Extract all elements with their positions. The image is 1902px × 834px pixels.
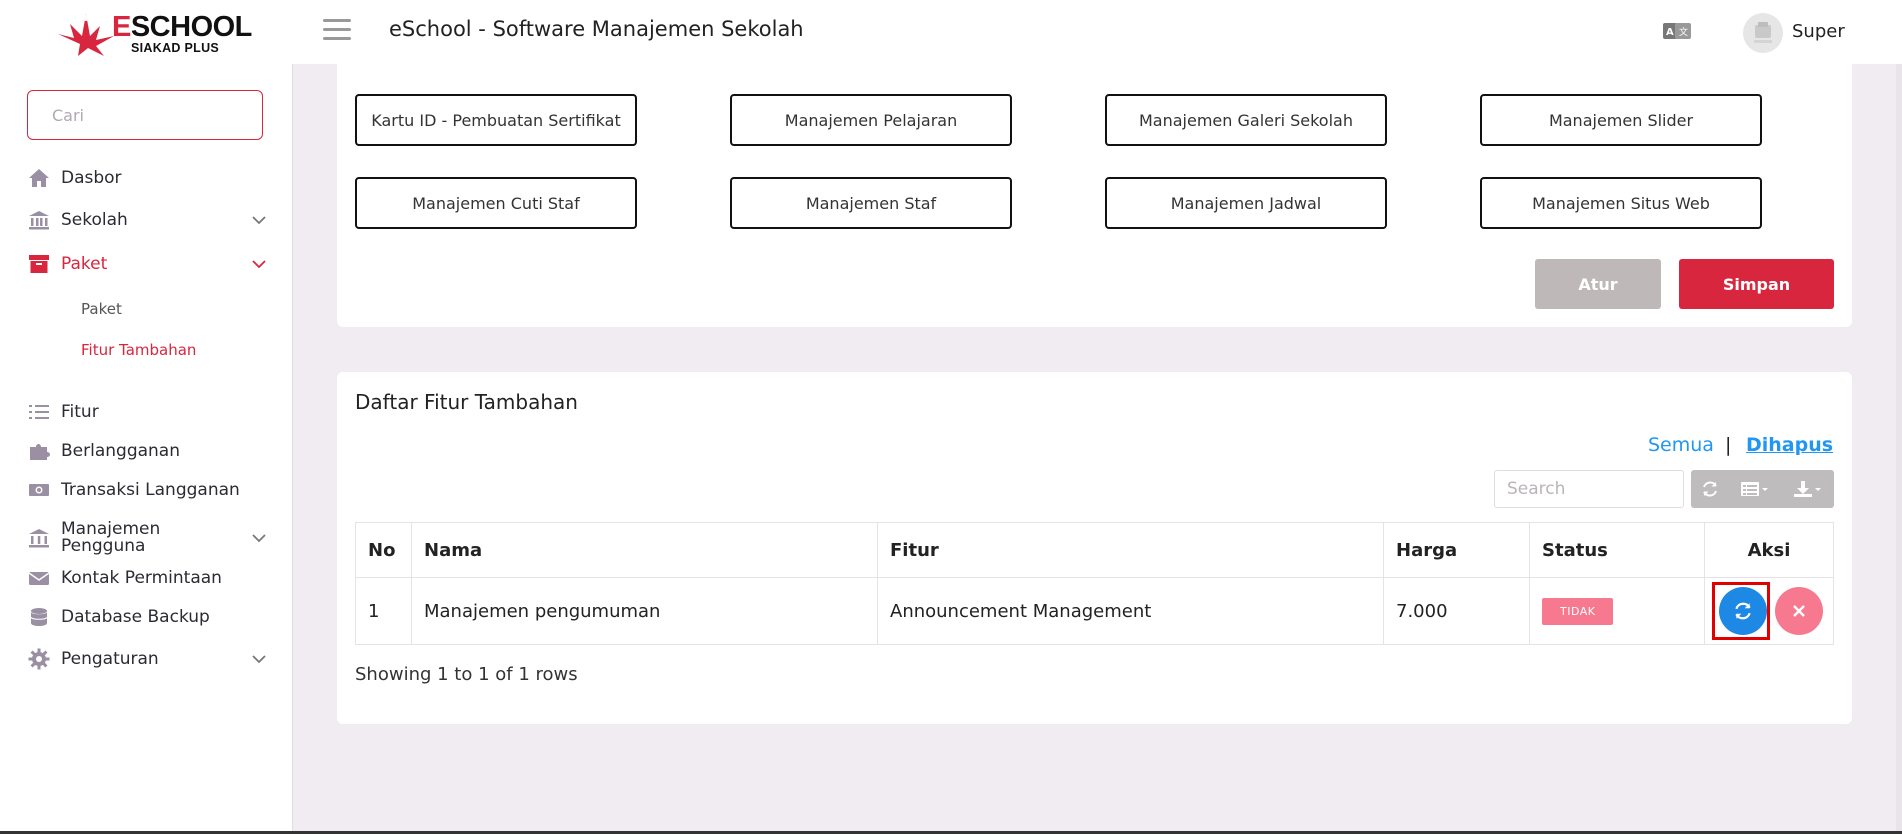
sidebar-search-input[interactable] (27, 90, 263, 140)
refresh-icon (1703, 481, 1717, 497)
chevron-down-icon (252, 260, 266, 269)
sidebar-item-label: Pengaturan (61, 649, 159, 669)
feature-button[interactable]: Manajemen Cuti Staf (355, 177, 637, 229)
download-icon (1793, 481, 1821, 497)
feature-button[interactable]: Manajemen Situs Web (1480, 177, 1762, 229)
user-name[interactable]: Super (1792, 21, 1845, 42)
column-header-aksi[interactable]: Aksi (1704, 522, 1834, 578)
filter-all-link[interactable]: Semua (1648, 434, 1714, 456)
table-toolbar (1691, 470, 1834, 508)
feature-button[interactable]: Manajemen Staf (730, 177, 1012, 229)
logo-title: ESCHOOL (112, 11, 252, 43)
sidebar-item-label: Kontak Permintaan (61, 568, 222, 588)
feature-button[interactable]: Manajemen Galeri Sekolah (1105, 94, 1387, 146)
database-icon (27, 606, 51, 628)
column-header-fitur[interactable]: Fitur (877, 522, 1384, 578)
close-icon (1793, 605, 1805, 617)
column-header-harga[interactable]: Harga (1383, 522, 1530, 578)
table-search-input[interactable] (1494, 470, 1684, 508)
sidebar-item-label: Dasbor (61, 168, 122, 188)
sidebar-item-label: Database Backup (61, 607, 210, 627)
sidebar-item-fitur[interactable]: Fitur (27, 397, 267, 427)
chevron-down-icon (252, 534, 266, 543)
sidebar-item-pengaturan[interactable]: Pengaturan (27, 644, 267, 674)
cell-aksi (1704, 577, 1834, 645)
sidebar: Dasbor Sekolah Paket Paket Fitur Tambaha… (0, 64, 293, 834)
status-badge: TIDAK (1542, 597, 1614, 625)
svg-text:文: 文 (1679, 26, 1688, 38)
simpan-button[interactable]: Simpan (1679, 259, 1834, 309)
atur-button[interactable]: Atur (1535, 259, 1661, 309)
chevron-down-icon (252, 216, 266, 225)
bank-icon (27, 209, 51, 231)
feature-table: No Nama Fitur Harga Status Aksi 1 Manaje… (355, 522, 1834, 645)
page-scrollbar[interactable] (1896, 64, 1902, 834)
column-header-status[interactable]: Status (1529, 522, 1705, 578)
sidebar-item-database-backup[interactable]: Database Backup (27, 602, 267, 632)
users-building-icon (27, 527, 51, 549)
sidebar-item-label: Transaksi Langganan (61, 480, 240, 500)
app-logo[interactable]: ESCHOOL SIAKAD PLUS (56, 10, 252, 56)
sidebar-item-manajemen-pengguna[interactable]: Manajemen Pengguna (27, 516, 267, 560)
cell-fitur: Announcement Management (877, 577, 1384, 645)
sidebar-item-transaksi-langganan[interactable]: Transaksi Langganan (27, 475, 267, 505)
language-icon[interactable]: A 文 (1663, 21, 1691, 41)
refresh-icon (1735, 602, 1751, 620)
home-icon (27, 167, 51, 189)
cell-nama: Manajemen pengumuman (411, 577, 878, 645)
sidebar-item-label: Manajemen Pengguna (61, 519, 161, 556)
column-header-nama[interactable]: Nama (411, 522, 878, 578)
svg-text:A: A (1666, 27, 1674, 38)
user-avatar[interactable] (1743, 13, 1783, 53)
sidebar-subitem-fitur-tambahan[interactable]: Fitur Tambahan (81, 341, 196, 359)
app-title: eSchool - Software Manajemen Sekolah (389, 17, 804, 41)
sidebar-item-label: Paket (61, 254, 108, 274)
restore-button[interactable] (1719, 587, 1767, 635)
sidebar-item-berlangganan[interactable]: Berlangganan (27, 436, 267, 466)
table-row: 1 Manajemen pengumuman Announcement Mana… (355, 577, 1834, 645)
cell-status: TIDAK (1529, 577, 1705, 645)
sidebar-item-kontak-permintaan[interactable]: Kontak Permintaan (27, 563, 267, 593)
gear-icon (27, 648, 51, 670)
archive-icon (27, 253, 51, 275)
column-header-no[interactable]: No (355, 522, 412, 578)
feature-button[interactable]: Manajemen Jadwal (1105, 177, 1387, 229)
filter-separator: | (1725, 434, 1732, 456)
sidebar-item-label: Berlangganan (61, 441, 180, 461)
list-title: Daftar Fitur Tambahan (355, 390, 578, 414)
envelope-icon (27, 567, 51, 589)
logo-subtitle: SIAKAD PLUS (131, 41, 220, 55)
filter-deleted-link[interactable]: Dihapus (1746, 434, 1833, 456)
pagination-info: Showing 1 to 1 of 1 rows (355, 664, 578, 685)
columns-toggle-button[interactable] (1729, 470, 1781, 508)
sidebar-item-label: Sekolah (61, 210, 128, 230)
feature-button[interactable]: Kartu ID - Pembuatan Sertifikat (355, 94, 637, 146)
chevron-down-icon (252, 655, 266, 664)
top-header: ESCHOOL SIAKAD PLUS eSchool - Software M… (0, 0, 1902, 64)
sidebar-item-dasbor[interactable]: Dasbor (27, 163, 267, 193)
sidebar-item-sekolah[interactable]: Sekolah (27, 205, 267, 235)
feature-button[interactable]: Manajemen Slider (1480, 94, 1762, 146)
columns-list-icon (1741, 482, 1768, 496)
menu-toggle-button[interactable] (323, 19, 351, 45)
table-header-row: No Nama Fitur Harga Status Aksi (355, 522, 1834, 578)
feature-button[interactable]: Manajemen Pelajaran (730, 94, 1012, 146)
sidebar-subitem-paket[interactable]: Paket (81, 300, 122, 318)
sidebar-item-label: Fitur (61, 402, 99, 422)
refresh-button[interactable] (1691, 470, 1729, 508)
puzzle-icon (27, 440, 51, 462)
cell-no: 1 (355, 577, 412, 645)
list-icon (27, 401, 51, 423)
export-button[interactable] (1781, 470, 1834, 508)
money-icon (27, 479, 51, 501)
cell-harga: 7.000 (1383, 577, 1530, 645)
avatar-icon (1754, 22, 1772, 43)
sidebar-item-paket[interactable]: Paket (27, 249, 267, 279)
delete-button[interactable] (1775, 587, 1823, 635)
logo-mark-icon (58, 14, 114, 56)
